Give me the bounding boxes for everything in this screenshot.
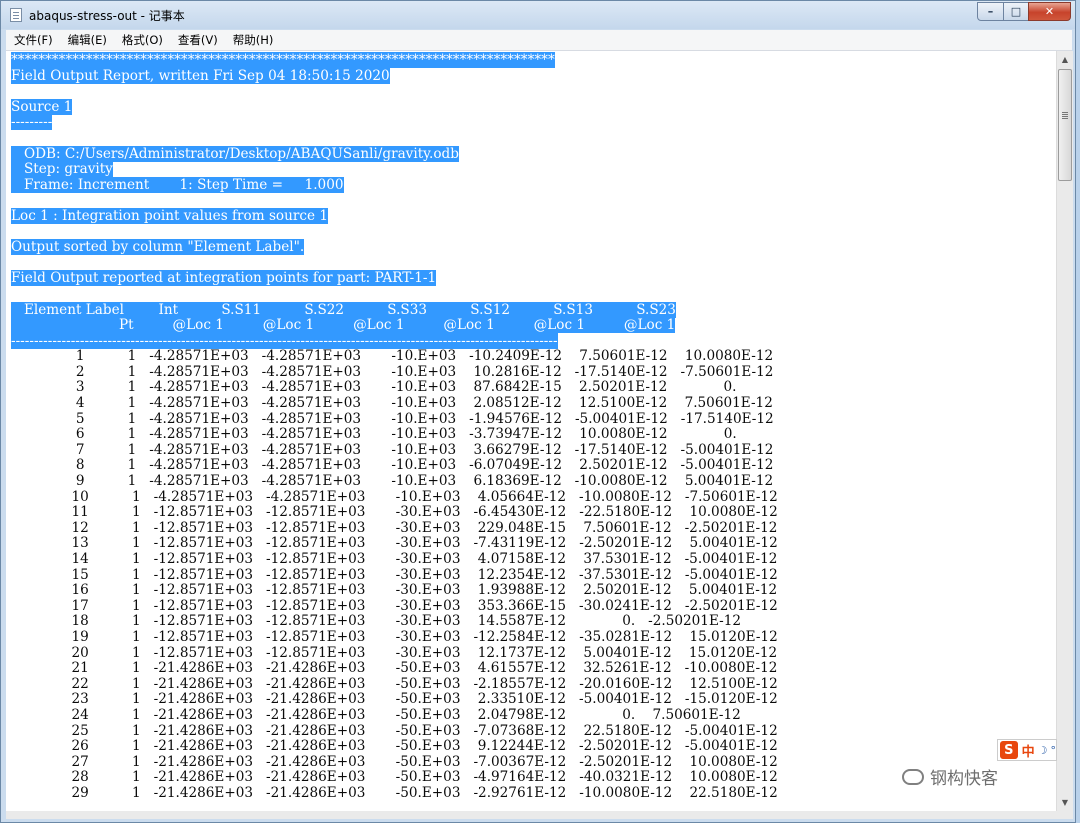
header-line: Field Output Report, written Fri Sep 04 … [11, 67, 778, 85]
header-line: --------- [11, 114, 778, 131]
table-row: 1 1 -4.28571E+03 -4.28571E+03 -10.E+03 -… [11, 348, 774, 365]
minimize-button[interactable]: – [977, 2, 1004, 21]
menu-format[interactable]: 格式(O) [114, 30, 170, 50]
table-row: 28 1 -21.4286E+03 -21.4286E+03 -50.E+03 … [11, 769, 778, 786]
table-row: 7 1 -4.28571E+03 -4.28571E+03 -10.E+03 3… [11, 441, 774, 458]
horizontal-scrollbar[interactable] [6, 811, 1073, 819]
header-line: Source 1 [11, 98, 778, 116]
table-row: 8 1 -4.28571E+03 -4.28571E+03 -10.E+03 -… [11, 457, 774, 474]
text-editor[interactable]: ****************************************… [6, 51, 1056, 811]
selected-text: Frame: Increment 1: Step Time = 1.000 [11, 176, 344, 193]
menu-help[interactable]: 帮助(H) [225, 30, 281, 50]
selected-text: ----------------------------------------… [11, 332, 558, 349]
selected-text: ****************************************… [11, 52, 555, 68]
table-row: 15 1 -12.8571E+03 -12.8571E+03 -30.E+03 … [11, 566, 778, 583]
header-line: Loc 1 : Integration point values from so… [11, 207, 778, 225]
header-line: Frame: Increment 1: Step Time = 1.000 [11, 176, 778, 194]
table-row: 27 1 -21.4286E+03 -21.4286E+03 -50.E+03 … [11, 753, 778, 770]
table-row: 22 1 -21.4286E+03 -21.4286E+03 -50.E+03 … [11, 675, 778, 692]
menu-file[interactable]: 文件(F) [6, 30, 60, 50]
menu-bar: 文件(F) 编辑(E) 格式(O) 查看(V) 帮助(H) [6, 30, 1072, 51]
header-line [11, 84, 778, 100]
table-row: 11 1 -12.8571E+03 -12.8571E+03 -30.E+03 … [11, 504, 778, 521]
table-row: 3 1 -4.28571E+03 -4.28571E+03 -10.E+03 8… [11, 379, 737, 396]
header-line: Step: gravity [11, 161, 778, 178]
table-row: 18 1 -12.8571E+03 -12.8571E+03 -30.E+03 … [11, 613, 742, 630]
table-row: 17 1 -12.8571E+03 -12.8571E+03 -30.E+03 … [11, 597, 778, 614]
header-line: Pt @Loc 1 @Loc 1 @Loc 1 @Loc 1 @Loc 1 @L… [11, 317, 778, 334]
header-line [11, 287, 778, 303]
ime-toolbar[interactable]: S 中 ☽ ° [997, 739, 1057, 761]
title-bar[interactable]: abaqus-stress-out - 记事本 – □ ✕ [1, 1, 1075, 29]
selected-text: Loc 1 : Integration point values from so… [11, 207, 328, 224]
selected-text: Element Label Int S.S11 S.S22 S.S33 S.S1… [11, 301, 676, 318]
watermark-text: 钢构快客 [930, 769, 998, 789]
header-line [11, 225, 778, 241]
header-line [11, 193, 778, 209]
header-line: Field Output reported at integration poi… [11, 270, 778, 287]
selected-text: ODB: C:/Users/Administrator/Desktop/ABAQ… [11, 145, 459, 162]
maximize-button[interactable]: □ [1003, 2, 1029, 21]
table-row: 25 1 -21.4286E+03 -21.4286E+03 -50.E+03 … [11, 722, 778, 739]
table-row: 10 1 -4.28571E+03 -4.28571E+03 -10.E+03 … [11, 488, 778, 505]
header-line: ODB: C:/Users/Administrator/Desktop/ABAQ… [11, 145, 778, 163]
table-row: 5 1 -4.28571E+03 -4.28571E+03 -10.E+03 -… [11, 410, 774, 427]
selected-text: Field Output reported at integration poi… [11, 270, 437, 287]
watermark: 钢构快客 [902, 764, 998, 789]
table-row: 19 1 -12.8571E+03 -12.8571E+03 -30.E+03 … [11, 628, 778, 645]
wechat-icon [902, 768, 924, 785]
header-line [11, 131, 778, 147]
table-row: 2 1 -4.28571E+03 -4.28571E+03 -10.E+03 1… [11, 363, 774, 380]
sogou-logo-icon: S [1000, 741, 1018, 759]
table-row: 29 1 -21.4286E+03 -21.4286E+03 -50.E+03 … [11, 784, 778, 801]
window-title: abaqus-stress-out - 记事本 [29, 9, 185, 23]
table-row: 26 1 -21.4286E+03 -21.4286E+03 -50.E+03 … [11, 738, 778, 755]
scroll-down-icon[interactable]: ▼ [1057, 794, 1073, 811]
table-row: 12 1 -12.8571E+03 -12.8571E+03 -30.E+03 … [11, 519, 778, 536]
header-line: Output sorted by column "Element Label". [11, 239, 778, 256]
ime-language-indicator[interactable]: 中 [1022, 741, 1035, 760]
selected-text: Output sorted by column "Element Label". [11, 239, 305, 256]
header-line: Element Label Int S.S11 S.S22 S.S33 S.S1… [11, 301, 778, 319]
selected-text: Step: gravity [11, 161, 113, 178]
scroll-up-icon[interactable]: ▲ [1057, 51, 1073, 68]
notepad-window: abaqus-stress-out - 记事本 – □ ✕ 文件(F) 编辑(E… [0, 0, 1076, 823]
notepad-app-icon [10, 8, 22, 22]
table-row: 6 1 -4.28571E+03 -4.28571E+03 -10.E+03 -… [11, 426, 737, 443]
table-row: 16 1 -12.8571E+03 -12.8571E+03 -30.E+03 … [11, 582, 778, 599]
scroll-thumb[interactable] [1058, 69, 1072, 181]
header-line [11, 256, 778, 272]
selected-text: --------- [11, 114, 53, 131]
table-row: 14 1 -12.8571E+03 -12.8571E+03 -30.E+03 … [11, 551, 778, 567]
selected-text: Pt @Loc 1 @Loc 1 @Loc 1 @Loc 1 @Loc 1 @L… [11, 317, 676, 334]
table-row: 24 1 -21.4286E+03 -21.4286E+03 -50.E+03 … [11, 706, 741, 723]
table-row: 9 1 -4.28571E+03 -4.28571E+03 -10.E+03 6… [11, 473, 774, 490]
header-line: ----------------------------------------… [11, 332, 778, 350]
table-row: 20 1 -12.8571E+03 -12.8571E+03 -30.E+03 … [11, 644, 778, 661]
selected-text: Field Output Report, written Fri Sep 04 … [11, 67, 390, 84]
selected-text: Source 1 [11, 98, 73, 115]
punctuation-icon[interactable]: ° [1051, 744, 1057, 757]
table-row: 23 1 -21.4286E+03 -21.4286E+03 -50.E+03 … [11, 691, 778, 708]
menu-view[interactable]: 查看(V) [170, 30, 225, 50]
document-text: ****************************************… [11, 52, 778, 802]
moon-icon[interactable]: ☽ [1038, 744, 1048, 757]
table-row: 4 1 -4.28571E+03 -4.28571E+03 -10.E+03 2… [11, 395, 773, 412]
menu-edit[interactable]: 编辑(E) [60, 30, 114, 50]
header-line: ****************************************… [11, 52, 778, 69]
close-button[interactable]: ✕ [1028, 2, 1071, 21]
vertical-scrollbar[interactable]: ▲ ▼ [1056, 51, 1073, 811]
table-row: 21 1 -21.4286E+03 -21.4286E+03 -50.E+03 … [11, 660, 778, 677]
table-row: 13 1 -12.8571E+03 -12.8571E+03 -30.E+03 … [11, 535, 778, 552]
